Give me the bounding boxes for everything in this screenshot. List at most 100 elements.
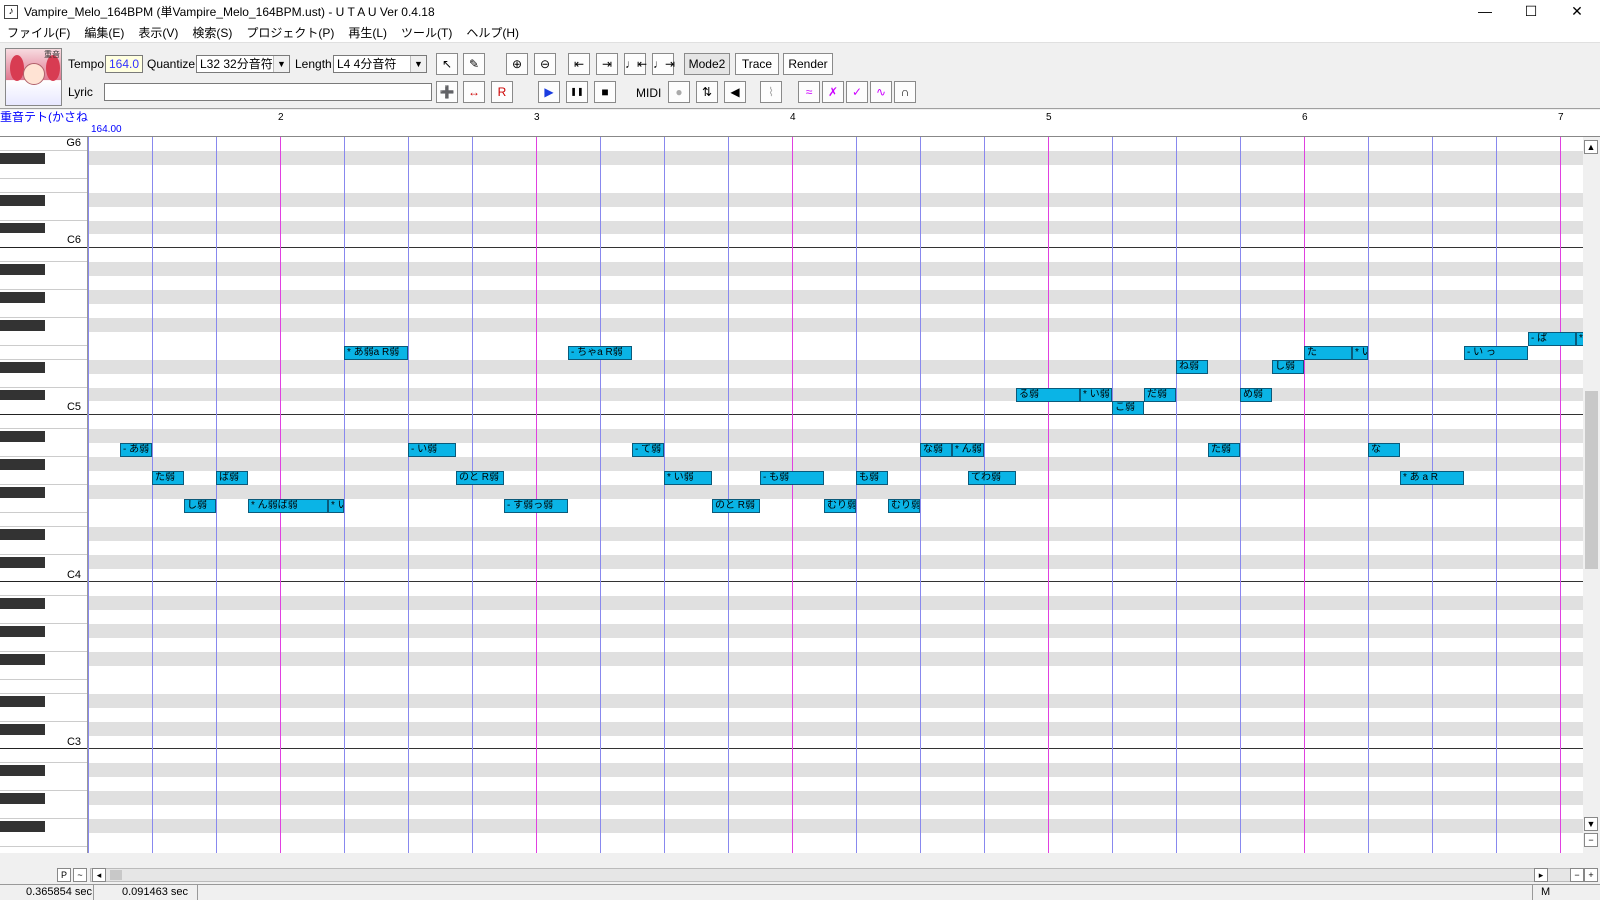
note[interactable]: し弱: [1272, 359, 1304, 374]
black-key[interactable]: [0, 152, 45, 164]
white-key-row[interactable]: [88, 471, 1583, 485]
black-key[interactable]: [0, 654, 45, 665]
white-key[interactable]: [0, 165, 87, 179]
scroll-right-button[interactable]: ▸: [1534, 868, 1548, 882]
scroll-left-button[interactable]: ◂: [92, 868, 106, 882]
white-key[interactable]: [0, 777, 87, 792]
pointer-tool-icon[interactable]: ↖: [436, 53, 458, 75]
envelope-mode-button[interactable]: ~: [73, 868, 87, 882]
white-key-row[interactable]: [88, 735, 1583, 750]
black-key[interactable]: [0, 222, 45, 234]
tempo-input[interactable]: 164.0: [105, 55, 143, 73]
vibrato-icon[interactable]: ∿: [870, 81, 892, 103]
prev-note-icon[interactable]: ♩⇤: [624, 53, 647, 75]
note[interactable]: - い弱: [408, 443, 456, 458]
white-key[interactable]: [0, 680, 87, 694]
white-key[interactable]: [0, 179, 87, 193]
pitch-clear-icon[interactable]: ✗: [822, 81, 844, 103]
voicebank-avatar[interactable]: 重音: [5, 48, 62, 106]
note[interactable]: のと R弱: [456, 471, 504, 486]
white-key-row[interactable]: [88, 137, 1583, 151]
white-key-row[interactable]: [88, 679, 1583, 694]
black-key-row[interactable]: [88, 359, 1583, 374]
black-key-row[interactable]: [88, 192, 1583, 207]
black-key-row[interactable]: [88, 819, 1583, 833]
loop-icon[interactable]: ⌇: [760, 81, 782, 103]
note[interactable]: * い弱: [664, 471, 712, 486]
zoom-in-horizontal-button[interactable]: +: [1584, 868, 1598, 882]
white-key-row[interactable]: [88, 415, 1583, 430]
black-key[interactable]: [0, 194, 45, 206]
note[interactable]: な弱: [920, 443, 952, 458]
note[interactable]: - す弱っ弱: [504, 498, 568, 513]
insert-rest-icon[interactable]: R: [491, 81, 513, 103]
note[interactable]: た弱: [1208, 443, 1240, 458]
black-key-row[interactable]: [88, 763, 1583, 778]
note[interactable]: - て弱: [632, 443, 664, 458]
black-key-row[interactable]: [88, 693, 1583, 708]
white-key[interactable]: [0, 847, 87, 853]
white-key[interactable]: [0, 374, 87, 388]
scroll-up-button[interactable]: ▲: [1584, 140, 1598, 154]
note[interactable]: た弱: [152, 471, 184, 486]
black-key-row[interactable]: [88, 262, 1583, 277]
black-key[interactable]: [0, 487, 45, 498]
black-key-row[interactable]: [88, 387, 1583, 402]
white-key[interactable]: [0, 833, 87, 847]
black-key-row[interactable]: [88, 554, 1583, 569]
black-key[interactable]: [0, 723, 45, 735]
white-key[interactable]: [0, 638, 87, 653]
white-key[interactable]: [0, 415, 87, 430]
record-icon[interactable]: ●: [668, 81, 690, 103]
note[interactable]: め弱: [1240, 387, 1272, 402]
white-key[interactable]: [0, 276, 87, 291]
black-key[interactable]: [0, 431, 45, 443]
white-key-row[interactable]: [88, 540, 1583, 555]
black-key[interactable]: [0, 292, 45, 304]
white-key-row[interactable]: [88, 164, 1583, 179]
note[interactable]: た: [1304, 345, 1352, 360]
white-key[interactable]: [0, 248, 87, 263]
menu-project[interactable]: プロジェクト(P): [239, 23, 341, 43]
next-note-icon[interactable]: ♩⇥: [652, 53, 675, 75]
white-key[interactable]: [0, 443, 87, 458]
white-key-row[interactable]: [88, 777, 1583, 792]
timeline-ruler[interactable]: 重音テト(かさね)(てと)音声ライブラリ 164.00 2 3 4 5 6 7: [0, 110, 1600, 137]
white-key[interactable]: [0, 346, 87, 360]
black-key-row[interactable]: [88, 485, 1583, 499]
white-key[interactable]: [0, 332, 87, 346]
note[interactable]: だ弱: [1144, 387, 1176, 402]
white-key[interactable]: [0, 541, 87, 555]
white-key[interactable]: [0, 471, 87, 485]
pitch-auto-icon[interactable]: ≈: [798, 81, 820, 103]
black-key-row[interactable]: [88, 596, 1583, 611]
white-key[interactable]: [0, 805, 87, 820]
white-key-row[interactable]: [88, 749, 1583, 764]
note[interactable]: * い弱: [1080, 387, 1112, 402]
pitch-mode-button[interactable]: P: [57, 868, 71, 882]
black-key-row[interactable]: [88, 220, 1583, 235]
menu-search[interactable]: 検索(S): [185, 23, 239, 43]
white-key-row[interactable]: [88, 234, 1583, 249]
note[interactable]: ね弱: [1176, 359, 1208, 374]
white-key-row[interactable]: [88, 833, 1583, 847]
black-key-row[interactable]: [88, 317, 1583, 332]
black-key[interactable]: [0, 821, 45, 832]
note[interactable]: * あ弱a R弱: [344, 345, 408, 360]
black-key-row[interactable]: [88, 150, 1583, 165]
black-key-row[interactable]: [88, 721, 1583, 736]
white-key-row[interactable]: [88, 805, 1583, 820]
note[interactable]: こ弱: [1112, 401, 1144, 416]
black-key[interactable]: [0, 528, 45, 540]
white-key[interactable]: [0, 207, 87, 221]
white-key-row[interactable]: [88, 512, 1583, 527]
note[interactable]: - あ弱: [120, 443, 152, 458]
menu-file[interactable]: ファイル(F): [0, 23, 77, 43]
note[interactable]: - も弱: [760, 471, 824, 486]
black-key[interactable]: [0, 695, 45, 707]
black-key[interactable]: [0, 556, 45, 568]
white-key[interactable]: [0, 708, 87, 722]
menu-playback[interactable]: 再生(L): [341, 23, 394, 43]
white-key[interactable]: [0, 513, 87, 527]
white-key[interactable]: [0, 610, 87, 625]
